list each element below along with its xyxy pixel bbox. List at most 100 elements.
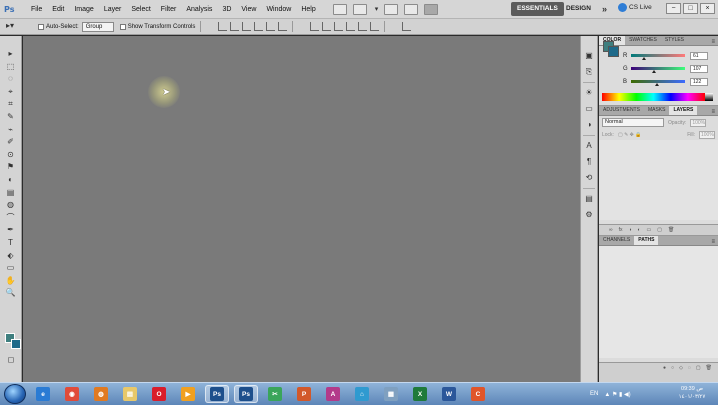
tab-adjustments[interactable]: ADJUSTMENTS	[599, 106, 644, 115]
layers-footer-5-icon[interactable]: ▢	[657, 227, 662, 233]
tool-0-icon[interactable]: ▸	[5, 48, 17, 59]
tool-14-icon[interactable]: ✒	[5, 224, 17, 235]
tool-2-icon[interactable]: ◌	[5, 73, 17, 84]
color-slider-r[interactable]: R 61	[623, 51, 715, 60]
fill-field[interactable]: 100%	[699, 131, 715, 139]
language-indicator[interactable]: EN	[590, 391, 598, 397]
distribute-bottom-icon[interactable]	[334, 22, 344, 31]
distribute-right-icon[interactable]	[370, 22, 380, 31]
menu-3d[interactable]: 3D	[217, 0, 236, 19]
maximize-button[interactable]: □	[683, 3, 698, 14]
color-slider-g[interactable]: G 107	[623, 64, 715, 73]
menu-view[interactable]: View	[236, 0, 261, 19]
workspace-canvas[interactable]: ➤	[23, 36, 580, 382]
layers-footer-0-icon[interactable]: ∞	[609, 227, 613, 233]
menu-help[interactable]: Help	[296, 0, 320, 19]
blend-mode-dropdown[interactable]: Normal	[602, 118, 664, 127]
menu-edit[interactable]: Edit	[47, 0, 69, 19]
taskbar-firefox-button[interactable]: ◍	[89, 385, 113, 403]
taskbar-media-button[interactable]: ▶	[176, 385, 200, 403]
menu-image[interactable]: Image	[69, 0, 98, 19]
arrange-documents-button[interactable]	[404, 3, 419, 15]
panel-background-swatch[interactable]	[608, 46, 619, 57]
tool-7-icon[interactable]: ✐	[5, 136, 17, 147]
tool-5-icon[interactable]: ✎	[5, 111, 17, 122]
tool-9-icon[interactable]: ⚑	[5, 161, 17, 172]
taskbar-ie-button[interactable]: e	[31, 385, 55, 403]
background-color-swatch[interactable]	[11, 339, 21, 349]
cs-live-button[interactable]: CS Live	[618, 3, 652, 12]
tool-15-icon[interactable]: T	[5, 237, 17, 248]
taskbar-word-button[interactable]: W	[437, 385, 461, 403]
paths-footer-3-icon[interactable]: ◌	[688, 365, 691, 371]
tool-18-icon[interactable]: ✋	[5, 275, 17, 286]
opacity-field[interactable]: 100%	[690, 118, 707, 127]
taskbar-camtasia-button[interactable]: C	[466, 385, 490, 403]
slider-thumb[interactable]	[651, 70, 656, 73]
show-transform-checkbox[interactable]	[119, 23, 126, 30]
panel-menu-icon[interactable]: ≡	[711, 39, 715, 45]
color-swatches[interactable]	[5, 333, 21, 349]
distribute-top-icon[interactable]	[310, 22, 320, 31]
distribute-vcenter-icon[interactable]	[322, 22, 332, 31]
auto-select-checkbox[interactable]	[38, 23, 44, 30]
taskbar-network-button[interactable]: ⌂	[350, 385, 374, 403]
taskbar-photoshop-1-button[interactable]: Ps	[205, 385, 229, 403]
taskbar-opera-button[interactable]: O	[147, 385, 171, 403]
black-white-ramp[interactable]	[705, 93, 713, 101]
tab-styles[interactable]: STYLES	[661, 36, 688, 45]
taskbar-photoshop-2-button[interactable]: Ps	[234, 385, 258, 403]
menu-file[interactable]: File	[26, 0, 47, 19]
dock-panel-8-icon[interactable]: ▤	[583, 193, 595, 205]
tool-16-icon[interactable]: ⬖	[5, 250, 17, 261]
slider-thumb[interactable]	[641, 57, 646, 60]
dock-panel-1-icon[interactable]: ⎘	[583, 66, 595, 78]
align-hcenter-icon[interactable]	[266, 22, 276, 31]
workspace-design-button[interactable]: DESIGN	[560, 2, 597, 16]
layers-footer-4-icon[interactable]: ▭	[647, 227, 652, 233]
panel-menu-icon[interactable]: ≡	[711, 109, 715, 115]
slider-track[interactable]	[631, 67, 685, 73]
tool-19-icon[interactable]: 🔍	[5, 287, 17, 298]
dock-panel-7-icon[interactable]: ⟲	[583, 172, 595, 184]
distribute-hcenter-icon[interactable]	[358, 22, 368, 31]
dock-panel-3-icon[interactable]: ▭	[583, 103, 595, 115]
show-transform-option[interactable]: Show Transform Controls	[119, 23, 195, 30]
dock-panel-4-icon[interactable]: ◑	[583, 119, 595, 131]
zoom-dropdown[interactable]: ▾	[375, 5, 379, 13]
paths-footer-2-icon[interactable]: ◇	[679, 365, 683, 371]
slider-track[interactable]	[631, 54, 685, 60]
launch-mini-bridge-button[interactable]	[352, 3, 367, 15]
paths-footer-1-icon[interactable]: ○	[671, 365, 674, 371]
distribute-left-icon[interactable]	[346, 22, 356, 31]
taskbar-snip-button[interactable]: ✂	[263, 385, 287, 403]
align-top-icon[interactable]	[218, 22, 228, 31]
lock-icons[interactable]: ▢ ✎ ✥ 🔒	[618, 132, 642, 138]
menu-window[interactable]: Window	[261, 0, 296, 19]
paths-footer-0-icon[interactable]: ●	[663, 365, 666, 371]
layers-footer-1-icon[interactable]: fx	[619, 227, 623, 233]
taskbar-powerpoint-button[interactable]: P	[292, 385, 316, 403]
quick-mask-icon[interactable]: ◻	[5, 354, 17, 365]
slider-value-field[interactable]: 61	[690, 51, 708, 60]
screen-mode-button[interactable]	[424, 3, 439, 15]
taskbar-chrome-button[interactable]: ◉	[60, 385, 84, 403]
dock-panel-9-icon[interactable]: ⚙	[583, 209, 595, 221]
panel-menu-icon[interactable]: ≡	[711, 239, 715, 245]
tool-preset-picker[interactable]: ▸▾	[6, 21, 32, 33]
start-button[interactable]	[4, 384, 26, 404]
color-slider-b[interactable]: B 122	[623, 77, 715, 86]
slider-thumb[interactable]	[654, 83, 659, 86]
menu-filter[interactable]: Filter	[156, 0, 182, 19]
layers-footer-6-icon[interactable]: 🗑	[668, 227, 674, 233]
auto-align-icon[interactable]	[402, 22, 412, 31]
tab-paths[interactable]: PATHS	[634, 236, 659, 245]
tool-3-icon[interactable]: ⌖	[5, 86, 17, 97]
layers-footer-2-icon[interactable]: ◑	[628, 227, 631, 233]
view-extras-button[interactable]	[384, 3, 399, 15]
tool-13-icon[interactable]: ⌒	[5, 212, 17, 223]
align-bottom-icon[interactable]	[242, 22, 252, 31]
layers-footer-3-icon[interactable]: ◐	[638, 227, 641, 233]
align-right-icon[interactable]	[278, 22, 288, 31]
dock-panel-2-icon[interactable]: ☀	[583, 87, 595, 99]
